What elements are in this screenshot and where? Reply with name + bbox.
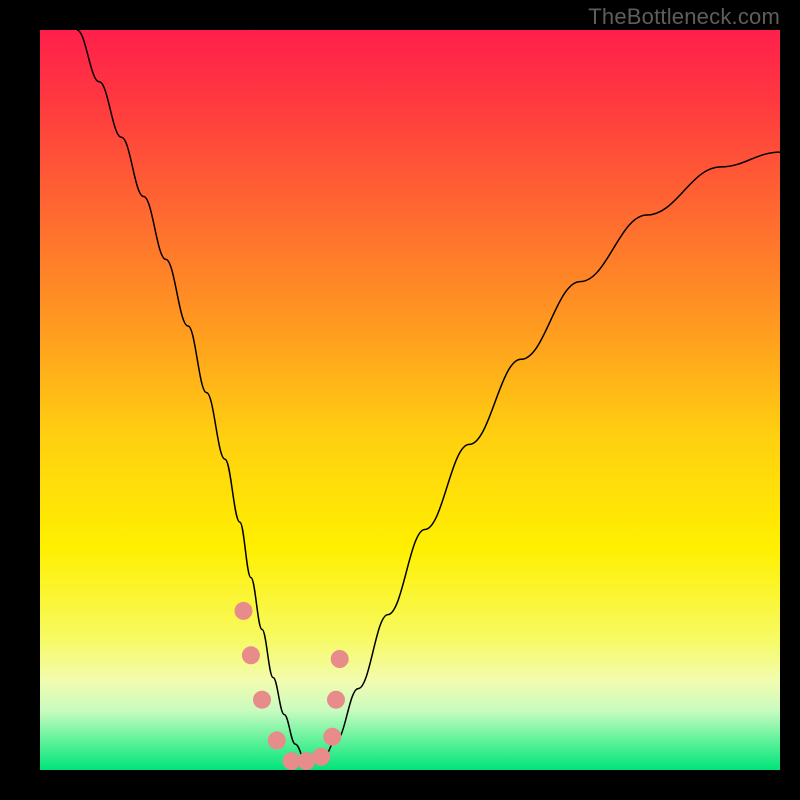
plot-area	[40, 30, 780, 770]
data-point	[242, 646, 260, 664]
data-point	[268, 731, 286, 749]
data-point	[331, 650, 349, 668]
chart-frame: TheBottleneck.com	[0, 0, 800, 800]
bottleneck-curve	[77, 30, 780, 763]
bottom-border	[0, 770, 800, 800]
curve-layer	[40, 30, 780, 770]
watermark-text: TheBottleneck.com	[588, 4, 780, 30]
right-border	[780, 0, 800, 800]
data-point	[235, 602, 253, 620]
data-point	[253, 691, 271, 709]
data-point	[312, 748, 330, 766]
data-point	[323, 728, 341, 746]
data-point	[327, 691, 345, 709]
left-border	[0, 0, 40, 800]
